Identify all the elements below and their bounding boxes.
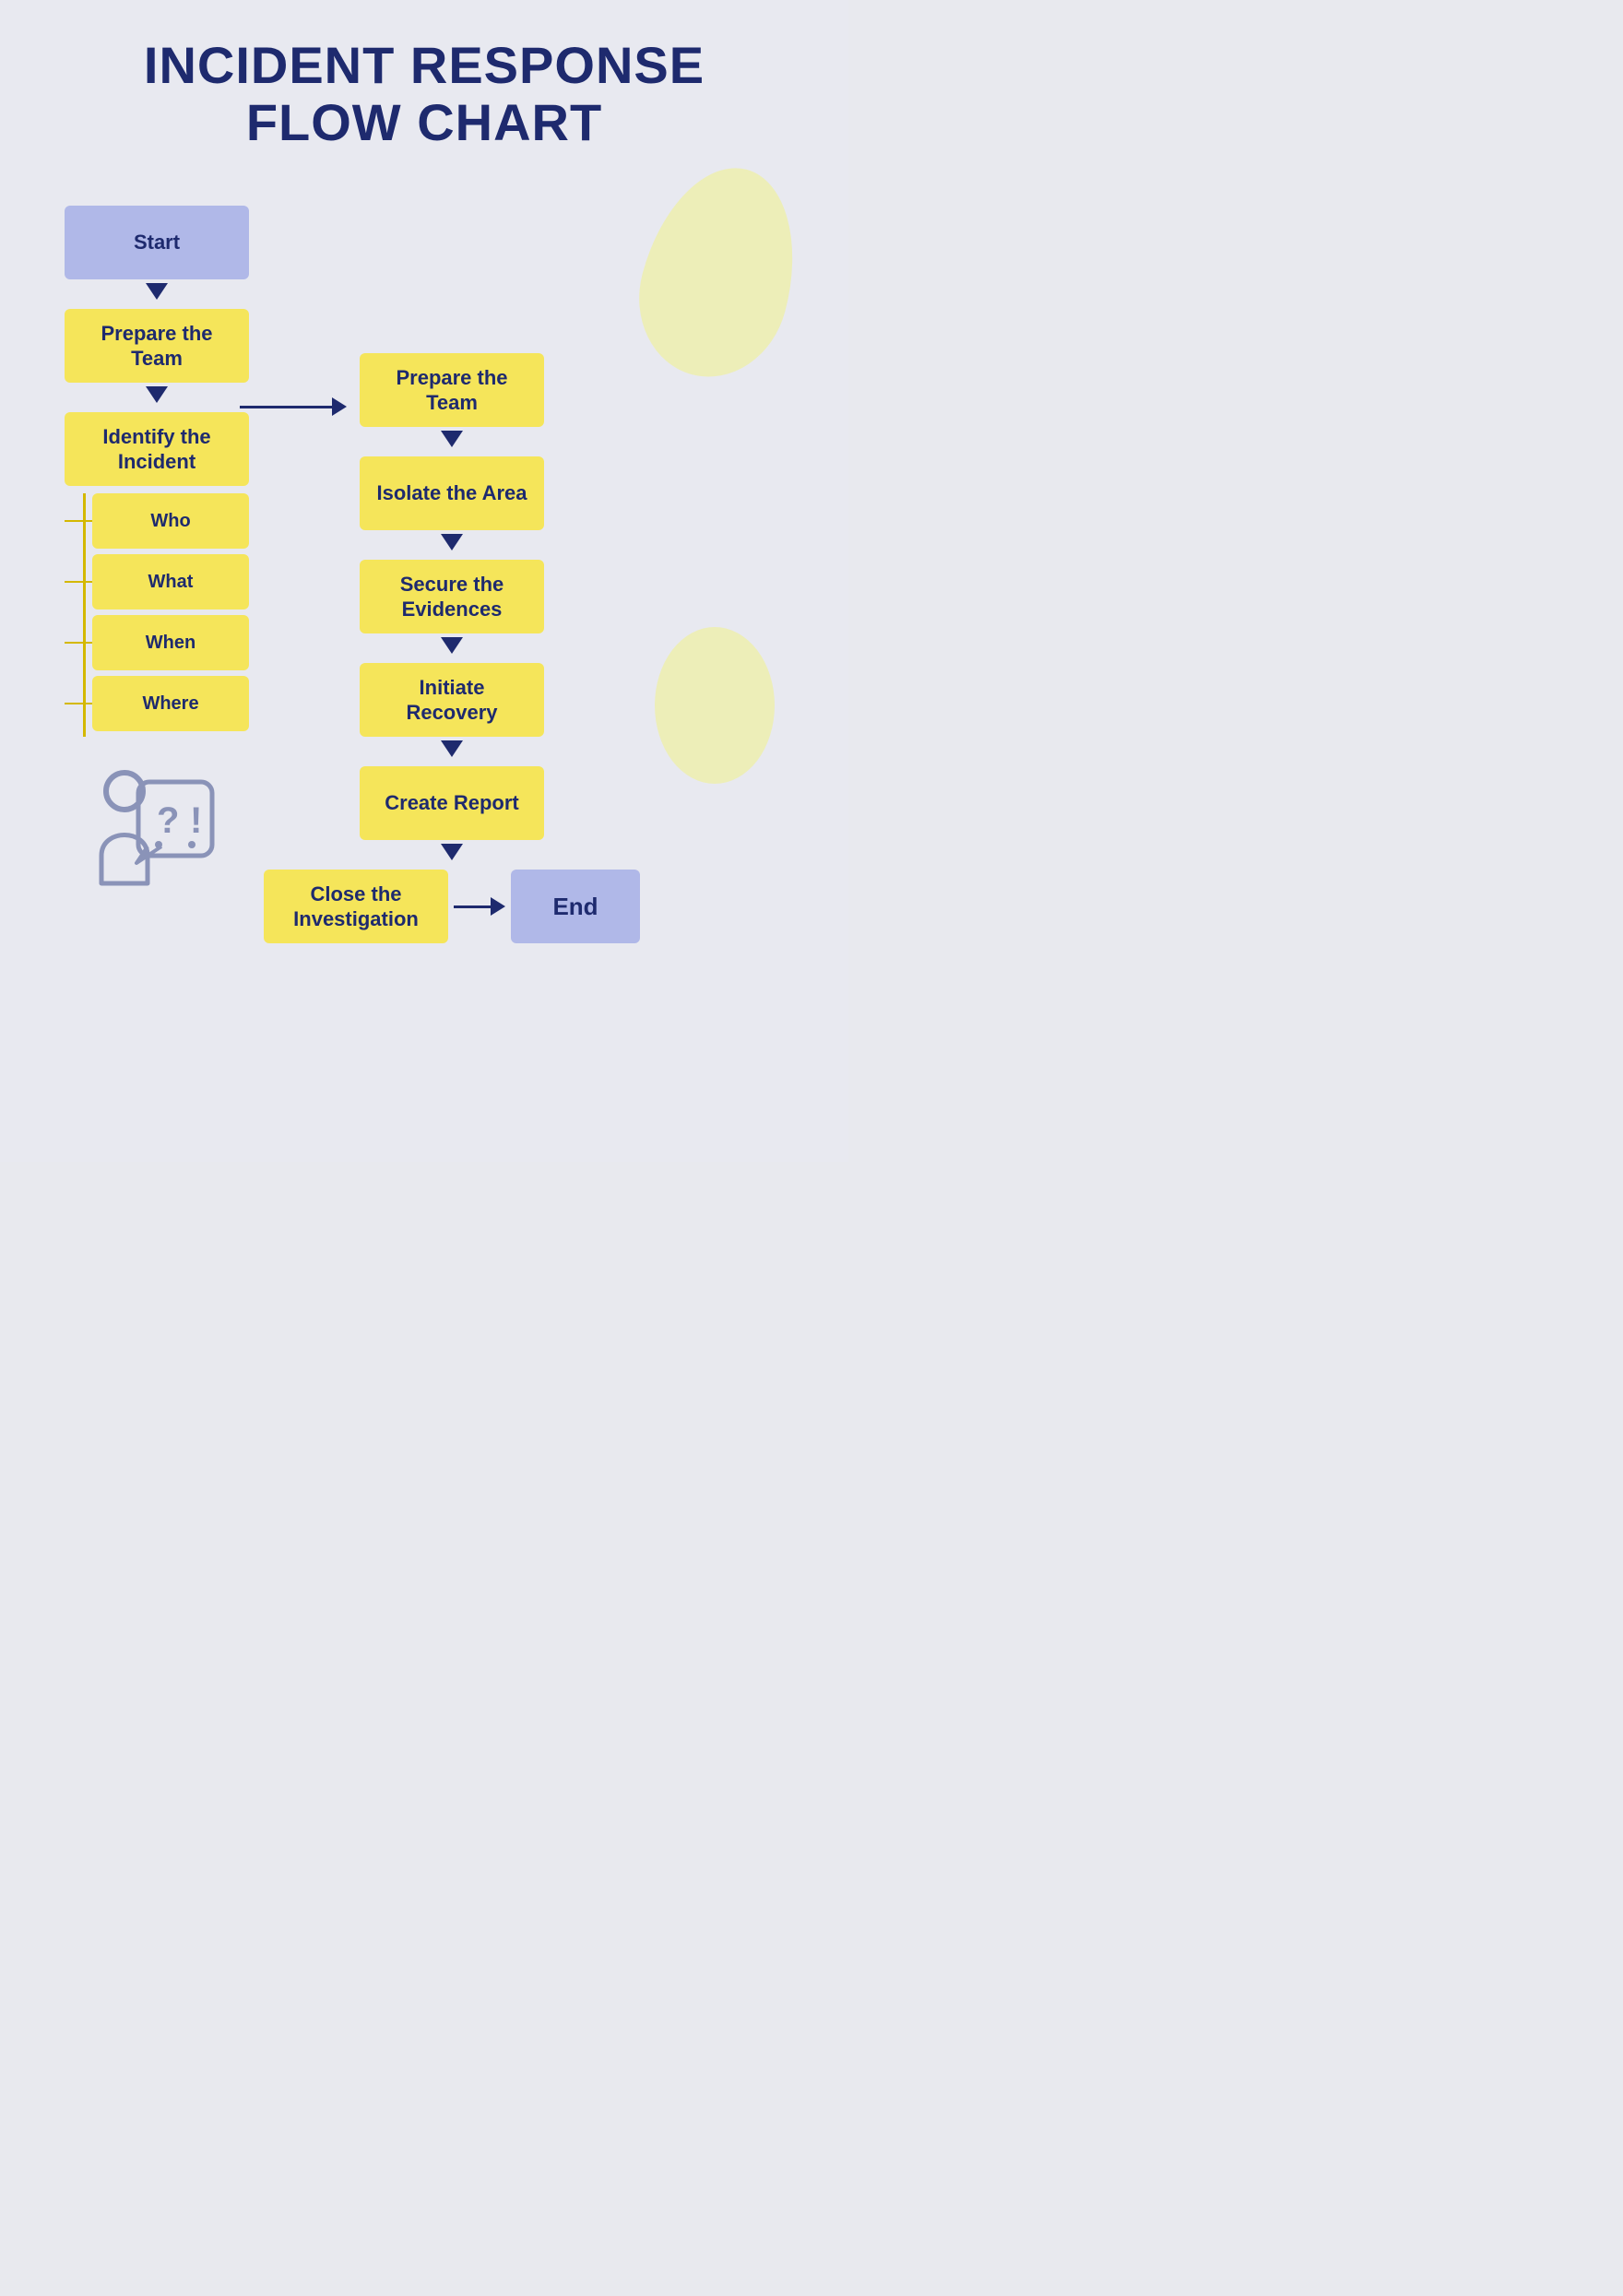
sub-connector-where — [65, 703, 92, 704]
arrow-r-isolate-to-secure — [441, 534, 463, 550]
end-box: End — [511, 870, 640, 943]
end-row: Close the Investigation End — [264, 870, 640, 943]
right-column: Prepare the Team Isolate the Area Secure… — [341, 353, 563, 943]
arrow-r-secure-to-initiate — [441, 637, 463, 654]
sub-item-when-row: When — [65, 615, 249, 670]
sub-connector-who — [65, 520, 92, 522]
cross-arrow-identify — [240, 397, 347, 416]
sub-item-who-row: Who — [65, 493, 249, 549]
svg-text:!: ! — [190, 800, 202, 841]
close-investigation-box: Close the Investigation — [264, 870, 448, 943]
sub-item-where-row: Where — [65, 676, 249, 731]
sub-connector-when — [65, 642, 92, 644]
person-question-icon: ? ! — [74, 763, 221, 916]
where-box: Where — [92, 676, 249, 731]
secure-evidences-box: Secure the Evidences — [360, 560, 544, 633]
page: INCIDENT RESPONSE FLOW CHART Start Prepa… — [0, 0, 848, 1162]
sub-items-wrapper: Who What When Where — [65, 493, 267, 737]
close-to-end-arrow — [454, 897, 505, 916]
create-report-box: Create Report — [360, 766, 544, 840]
person-icon-svg: ? ! — [74, 763, 221, 911]
prepare-team-box-right: Prepare the Team — [360, 353, 544, 427]
arrow-start-to-prepare — [146, 283, 168, 300]
initiate-recovery-box: Initiate Recovery — [360, 663, 544, 737]
page-title: INCIDENT RESPONSE FLOW CHART — [46, 37, 802, 150]
cross-arrow-head — [332, 397, 347, 416]
prepare-team-box-left: Prepare the Team — [65, 309, 249, 383]
close-to-end-line — [454, 905, 491, 908]
start-box: Start — [65, 206, 249, 279]
sub-connector-what — [65, 581, 92, 583]
sub-item-what-row: What — [65, 554, 249, 610]
when-box: When — [92, 615, 249, 670]
identify-incident-box: Identify the Incident — [65, 412, 249, 486]
who-box: Who — [92, 493, 249, 549]
close-to-end-arrowhead — [491, 897, 505, 916]
cross-arrow-line — [240, 406, 332, 408]
svg-text:?: ? — [157, 800, 179, 841]
what-box: What — [92, 554, 249, 610]
arrow-r-create-to-close — [441, 844, 463, 860]
sub-vertical-line — [83, 493, 86, 737]
isolate-area-box: Isolate the Area — [360, 456, 544, 530]
arrow-r-prepare-to-isolate — [441, 431, 463, 447]
arrow-r-initiate-to-create — [441, 740, 463, 757]
arrow-prepare-to-identify — [146, 386, 168, 403]
